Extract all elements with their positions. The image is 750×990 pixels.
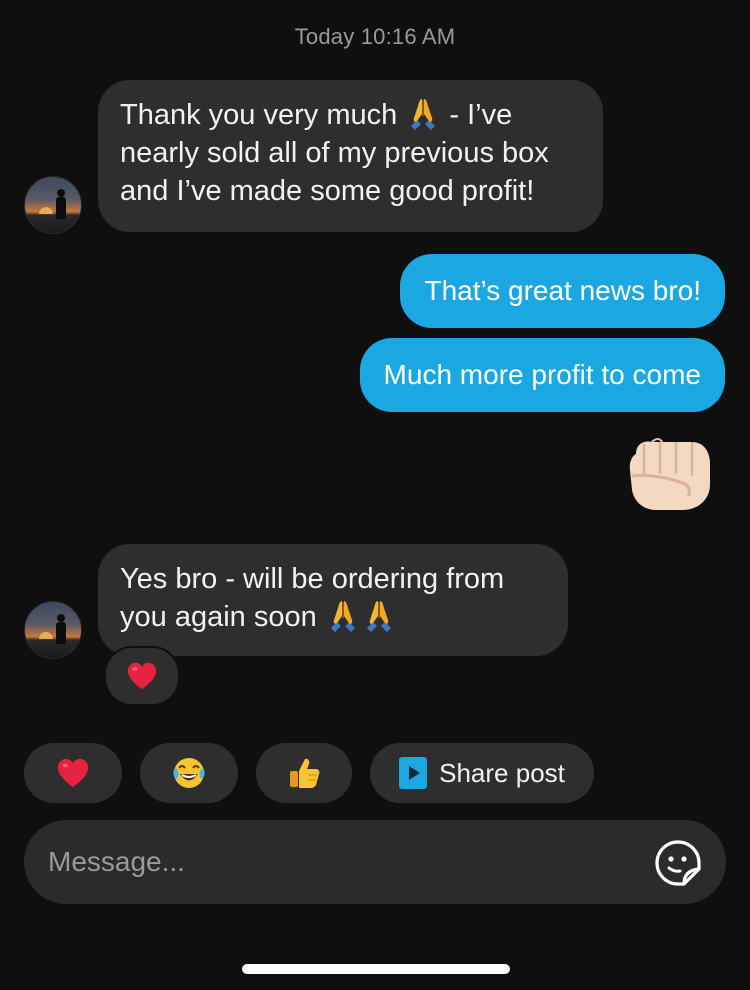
timestamp: Today 10:16 AM [294, 24, 456, 49]
quick-reply-heart-button[interactable] [24, 743, 122, 803]
message-reaction[interactable] [104, 646, 180, 706]
message-text: - I’ve [441, 99, 513, 131]
fist-bump-emoji-icon[interactable] [622, 434, 714, 514]
message-text: you again soon [120, 601, 325, 633]
share-post-label: Share post [439, 757, 565, 788]
sticker-smiley-icon[interactable] [654, 839, 702, 887]
contact-avatar[interactable] [24, 176, 82, 234]
incoming-message[interactable]: Thank you very much - I’ve nearly sold a… [98, 80, 603, 232]
contact-avatar[interactable] [24, 601, 82, 659]
message-text: and I’ve made some good profit! [120, 175, 535, 207]
message-text: Thank you very much [120, 99, 406, 131]
folded-hands-emoji-icon [366, 600, 392, 633]
tears-of-joy-icon [173, 758, 205, 788]
red-heart-icon [57, 758, 89, 788]
message-composer [24, 820, 726, 904]
home-indicator[interactable] [242, 964, 510, 974]
message-input[interactable] [48, 820, 628, 904]
share-post-button[interactable]: Share post [370, 743, 594, 803]
thumbs-up-icon [290, 758, 320, 788]
message-text: nearly sold all of my previous box [120, 137, 549, 169]
quick-reply-thumbs-up-button[interactable] [256, 743, 352, 803]
outgoing-message[interactable]: That’s great news bro! [400, 254, 725, 328]
red-heart-icon [127, 662, 157, 690]
outgoing-message[interactable]: Much more profit to come [359, 338, 725, 412]
quick-reply-laugh-button[interactable] [140, 743, 238, 803]
folded-hands-emoji-icon [410, 98, 436, 131]
incoming-message[interactable]: Yes bro - will be ordering from you agai… [98, 544, 568, 656]
folded-hands-emoji-icon [330, 600, 356, 633]
play-icon [399, 757, 428, 789]
message-text: Yes bro - will be ordering from [120, 563, 505, 595]
